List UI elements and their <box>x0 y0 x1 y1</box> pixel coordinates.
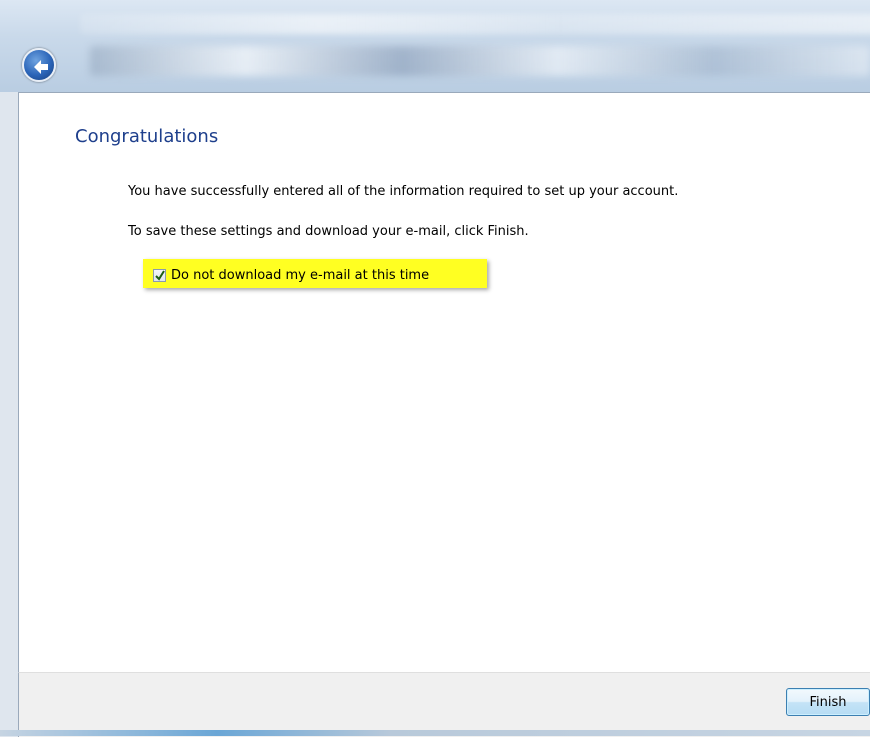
back-arrow-icon <box>34 60 48 74</box>
back-button[interactable] <box>22 48 56 82</box>
wizard-content-panel: Congratulations You have successfully en… <box>18 92 870 673</box>
success-message: You have successfully entered all of the… <box>128 184 679 199</box>
blurred-background-window <box>80 14 870 34</box>
instruction-message: To save these settings and download your… <box>128 224 529 239</box>
finish-button[interactable]: Finish <box>786 688 870 716</box>
do-not-download-checkbox[interactable]: Do not download my e-mail at this time <box>153 267 429 283</box>
background-desktop-strip <box>0 730 870 736</box>
blurred-background-window-row <box>90 46 870 76</box>
checkbox-box[interactable] <box>153 268 166 282</box>
checkmark-icon <box>155 269 165 281</box>
page-title: Congratulations <box>75 126 219 147</box>
window-title-bar <box>0 0 870 92</box>
wizard-footer: Finish <box>18 672 870 737</box>
checkbox-label: Do not download my e-mail at this time <box>171 267 430 283</box>
